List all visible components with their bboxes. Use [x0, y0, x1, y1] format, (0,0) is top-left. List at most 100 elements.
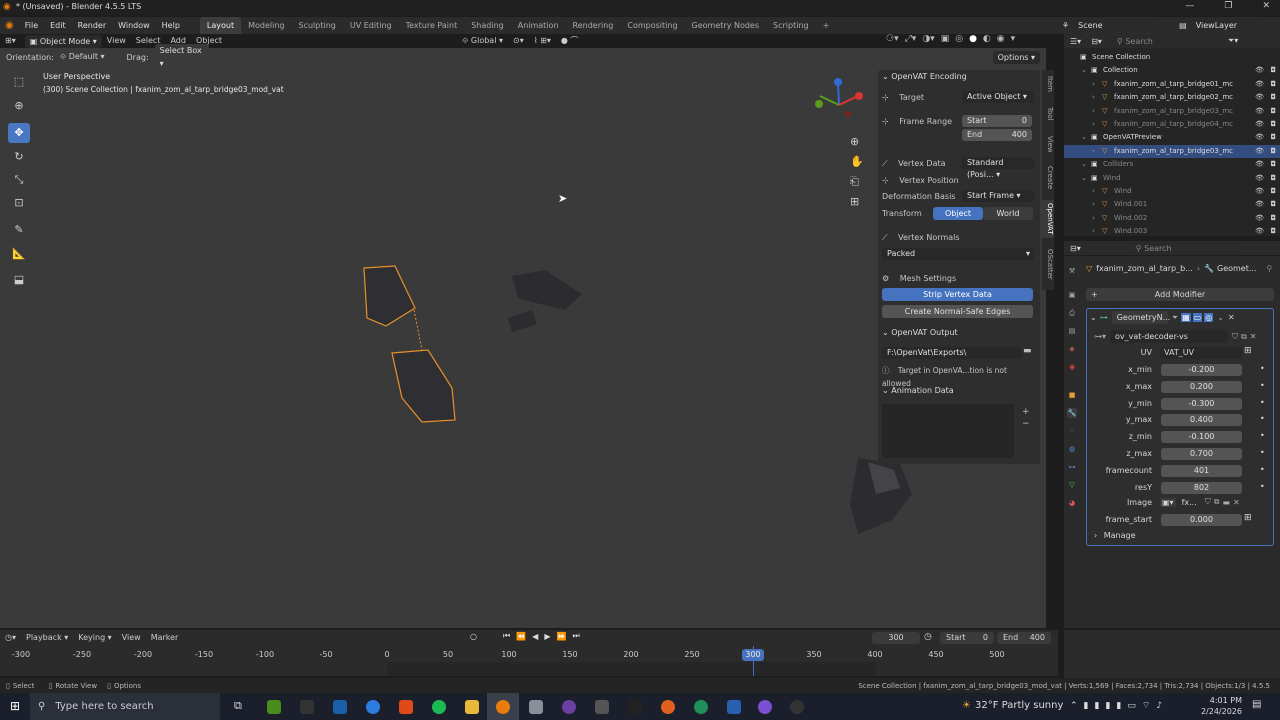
tray-overflow-icon[interactable]: ⌃: [1070, 701, 1078, 711]
outliner-row[interactable]: › ▽ fxanim_zom_al_tarp_bridge01_mc 👁 ◘: [1064, 78, 1280, 91]
keyframe-dot-icon[interactable]: •: [1260, 431, 1265, 440]
sidetab-openvat[interactable]: OpenVAT: [1042, 200, 1054, 238]
expand-arrow-icon[interactable]: ›: [1092, 91, 1095, 104]
end-field[interactable]: End 400: [962, 129, 1032, 141]
shading-wireframe-icon[interactable]: ◎: [955, 34, 963, 44]
outliner-row[interactable]: ⌄ ▣ Collection 👁 ◘: [1064, 64, 1280, 77]
edge-app-icon[interactable]: [366, 700, 380, 714]
keyframe-dot-icon[interactable]: •: [1260, 482, 1265, 491]
drag-select-dropdown[interactable]: Select Box ▾: [154, 44, 209, 70]
folder-icon[interactable]: ▬: [1023, 346, 1032, 356]
properties-search-input[interactable]: ⚲ Search: [1130, 241, 1241, 255]
viewlayer-selector[interactable]: ViewLayer: [1190, 19, 1261, 32]
expand-arrow-icon[interactable]: ›: [1092, 198, 1095, 211]
attribute-toggle-icon[interactable]: ⊞: [1244, 513, 1252, 523]
battery-icon[interactable]: ▭: [1127, 701, 1136, 711]
selected-mesh-top[interactable]: [363, 265, 423, 351]
tray-icon-d[interactable]: ▮: [1116, 701, 1121, 711]
strip-vertex-data-button[interactable]: Strip Vertex Data: [882, 288, 1033, 301]
expand-arrow-icon[interactable]: ›: [1092, 105, 1095, 118]
windows-start-icon[interactable]: ⊞: [10, 699, 20, 713]
notification-icon[interactable]: ▤: [1252, 699, 1261, 710]
playback-menu[interactable]: Playback ▾: [21, 631, 73, 645]
render-tab-icon[interactable]: ▣: [1067, 290, 1077, 300]
remove-icon[interactable]: −: [1022, 418, 1030, 430]
steam-app-icon[interactable]: [333, 700, 347, 714]
shading-material-icon[interactable]: ◐: [983, 34, 991, 44]
expand-arrow-icon[interactable]: ⌄: [1081, 172, 1087, 185]
visibility-eye-icon[interactable]: 👁: [1255, 185, 1264, 198]
create-normal-safe-edges-button[interactable]: Create Normal-Safe Edges: [882, 305, 1033, 318]
outliner-row[interactable]: › ▽ fxanim_zom_al_tarp_bridge02_mc 👁 ◘: [1064, 91, 1280, 104]
viewport-toggle-icon[interactable]: ▭: [1192, 313, 1203, 322]
gizmo-z-icon[interactable]: [834, 78, 842, 86]
timeline-ruler[interactable]: 300 -300 -250 -200 -150 -100 -50 0 50 100 150 200 2…: [0, 646, 1058, 676]
manage-subpanel[interactable]: › Manage: [1094, 531, 1136, 540]
jump-keyframe-back-icon[interactable]: ⏪: [516, 632, 526, 641]
image-browse-icon[interactable]: ▣▾: [1160, 497, 1176, 507]
unreal-app-icon[interactable]: [790, 700, 804, 714]
sidetab-item[interactable]: Item: [1042, 72, 1054, 96]
current-frame-field[interactable]: 300: [872, 632, 920, 644]
tab-layout[interactable]: Layout: [199, 17, 242, 34]
gizmo-y-icon[interactable]: [815, 100, 823, 108]
uv-field[interactable]: VAT_UV: [1160, 347, 1242, 359]
pivot-icon[interactable]: ⊙▾: [508, 34, 529, 48]
menu-window[interactable]: Window: [112, 17, 156, 34]
fake-user-icon[interactable]: ⛉: [1205, 497, 1211, 507]
keyframe-dot-icon[interactable]: •: [1260, 465, 1265, 474]
fake-user-icon[interactable]: ⛉: [1232, 332, 1238, 342]
remove-modifier-icon[interactable]: ✕: [1228, 313, 1235, 322]
blender-menu-icon[interactable]: ◉: [0, 20, 19, 31]
animation-data-list[interactable]: [882, 404, 1014, 458]
outliner-row[interactable]: ⌄ ▣ OpenVATPreview 👁 ◘: [1064, 131, 1280, 144]
deformation-basis-dropdown[interactable]: Start Frame ▾: [962, 190, 1034, 202]
expand-arrow-icon[interactable]: ⌄: [1081, 64, 1087, 77]
render-camera-icon[interactable]: ◘: [1270, 225, 1276, 238]
outliner-row[interactable]: › ▽ Wind.001 👁 ◘: [1064, 198, 1280, 211]
pin-icon[interactable]: ⚲: [1267, 264, 1273, 273]
target-dropdown[interactable]: Active Object ▾: [962, 91, 1034, 103]
attribute-toggle-icon[interactable]: ⊞: [1244, 346, 1252, 356]
gizmo-x-icon[interactable]: [855, 92, 863, 100]
outliner-row[interactable]: › ▽ Wind.002 👁 ◘: [1064, 212, 1280, 225]
preview-mesh-a[interactable]: [508, 270, 582, 332]
menu-edit[interactable]: Edit: [44, 17, 72, 34]
maximize-icon[interactable]: ❐: [1224, 1, 1232, 11]
visibility-eye-icon[interactable]: 👁: [1255, 158, 1264, 171]
dropdown-icon[interactable]: ⌄: [1217, 313, 1224, 322]
play-reverse-icon[interactable]: ◀: [532, 632, 538, 641]
param-value-field[interactable]: -0.100: [1161, 431, 1242, 444]
tab-shading[interactable]: Shading: [464, 17, 511, 34]
select-box-tool-icon[interactable]: ⬚: [8, 72, 30, 92]
network-icon[interactable]: ⌔: [1142, 700, 1150, 711]
outliner-row[interactable]: ▣ Scene Collection: [1064, 51, 1280, 64]
overlay-icon[interactable]: ◑▾: [922, 34, 934, 44]
spotify-app-icon[interactable]: [432, 700, 446, 714]
timeline-editor-icon[interactable]: ◷▾: [0, 631, 21, 645]
expand-arrow-icon[interactable]: ›: [1092, 145, 1095, 158]
app-icon-15[interactable]: [727, 700, 741, 714]
keyframe-dot-icon[interactable]: •: [1260, 448, 1265, 457]
render-toggle-icon[interactable]: ◎: [1204, 313, 1214, 322]
tab-rendering[interactable]: Rendering: [566, 17, 621, 34]
render-camera-icon[interactable]: ◘: [1270, 131, 1276, 144]
visibility-eye-icon[interactable]: 👁: [1255, 105, 1264, 118]
visibility-eye-icon[interactable]: 👁: [1255, 198, 1264, 211]
expand-arrow-icon[interactable]: ›: [1092, 118, 1095, 131]
frame-start-field[interactable]: 0.000: [1161, 514, 1242, 526]
menu-file[interactable]: File: [19, 17, 44, 34]
param-value-field[interactable]: 0.200: [1161, 380, 1242, 393]
vertex-normals-dropdown[interactable]: Packed ▾: [882, 248, 1034, 260]
app-icon-10[interactable]: [562, 700, 576, 714]
clock[interactable]: 4:01 PM 2/24/2026: [1196, 695, 1242, 717]
measure-tool-icon[interactable]: 📐: [8, 244, 30, 264]
move-tool-icon[interactable]: ✥: [8, 123, 30, 143]
render-camera-icon[interactable]: ◘: [1270, 105, 1276, 118]
transform-orientation-dropdown[interactable]: ⟐ Global ▾: [457, 34, 508, 48]
param-value-field[interactable]: -0.300: [1161, 397, 1242, 410]
vertex-data-dropdown[interactable]: Standard (Posi... ▾: [962, 157, 1034, 179]
gizmo-icon[interactable]: ⤢▾: [905, 34, 917, 44]
zoom-icon[interactable]: ⊕: [850, 132, 864, 152]
sidetab-tool[interactable]: Tool: [1042, 102, 1054, 126]
